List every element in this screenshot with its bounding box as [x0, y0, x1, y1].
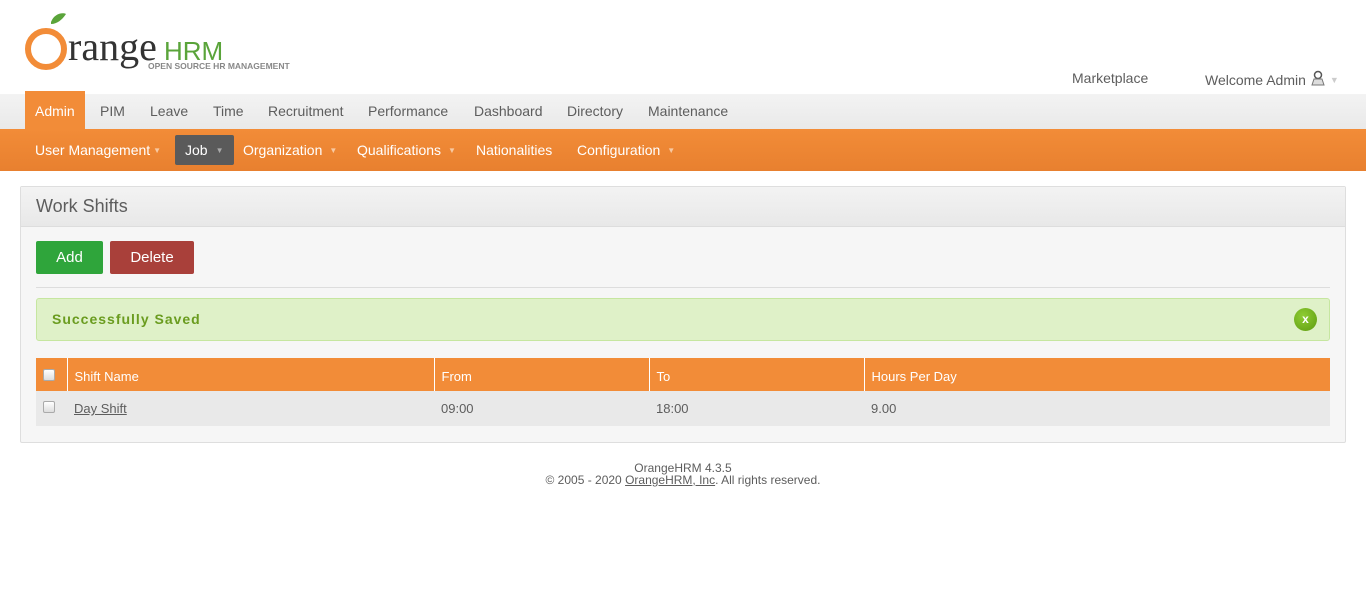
success-message: Successfully Saved x: [36, 298, 1330, 341]
menu-leave[interactable]: Leave: [140, 94, 198, 129]
column-shift-name[interactable]: Shift Name: [66, 358, 434, 391]
shift-name-link[interactable]: Day Shift: [74, 401, 127, 416]
menu-admin[interactable]: Admin: [25, 91, 85, 129]
caret-down-icon: ▼: [153, 146, 162, 156]
welcome-label: Welcome Admin: [1205, 71, 1306, 88]
page-title: Work Shifts: [21, 187, 1345, 227]
add-button[interactable]: Add: [36, 241, 103, 274]
success-text: Successfully Saved: [52, 311, 201, 327]
copyright-prefix: © 2005 - 2020: [545, 473, 626, 487]
submenu-job[interactable]: Job ▼: [175, 135, 234, 165]
menu-directory[interactable]: Directory: [557, 94, 633, 129]
caret-down-icon: ▼: [448, 146, 456, 156]
footer-copyright: © 2005 - 2020 OrangeHRM, Inc. All rights…: [0, 474, 1366, 486]
row-checkbox[interactable]: [43, 401, 55, 413]
submenu-label: Qualifications: [357, 142, 442, 158]
caret-down-icon: ▼: [329, 146, 338, 156]
submenu-label: Job: [185, 142, 208, 158]
submenu-nationalities[interactable]: Nationalities: [466, 135, 562, 165]
column-to[interactable]: To: [648, 358, 864, 391]
divider: [36, 287, 1330, 288]
caret-down-icon: ▼: [667, 146, 676, 156]
delete-button[interactable]: Delete: [110, 241, 194, 274]
hours-cell: 9.00: [864, 391, 1330, 426]
work-shifts-panel: Work Shifts Add Delete Successfully Save…: [20, 186, 1346, 443]
table-row: Day Shift 09:00 18:00 9.00: [36, 391, 1330, 426]
close-message-button[interactable]: x: [1294, 308, 1317, 331]
work-shifts-table: Shift Name From To Hours Per Day Day Shi…: [36, 358, 1330, 426]
menu-recruitment[interactable]: Recruitment: [258, 94, 353, 129]
sub-menu: User Management ▼ Job ▼ Organization ▼ Qual…: [0, 129, 1366, 171]
submenu-organization[interactable]: Organization ▼: [233, 135, 347, 165]
menu-pim[interactable]: PIM: [90, 94, 135, 129]
submenu-label: User Management: [35, 142, 151, 158]
main-menu: Admin PIM Leave Time Recruitment Perform…: [0, 91, 1366, 129]
user-icon: [1310, 70, 1326, 89]
menu-maintenance[interactable]: Maintenance: [638, 94, 738, 129]
svg-text:OPEN SOURCE HR MANAGEMENT: OPEN SOURCE HR MANAGEMENT: [148, 61, 290, 71]
table-header-row: Shift Name From To Hours Per Day: [36, 358, 1330, 391]
select-all-checkbox[interactable]: [43, 369, 55, 381]
menu-time[interactable]: Time: [203, 94, 254, 129]
submenu-user-management[interactable]: User Management ▼: [25, 135, 171, 165]
welcome-menu[interactable]: Welcome Admin ▼: [1205, 70, 1339, 89]
submenu-label: Configuration: [577, 142, 661, 158]
svg-text:range: range: [68, 24, 157, 69]
column-from[interactable]: From: [433, 358, 649, 391]
marketplace-link[interactable]: Marketplace: [1072, 70, 1148, 86]
submenu-label: Organization: [243, 142, 323, 158]
company-link[interactable]: OrangeHRM, Inc: [625, 473, 715, 487]
to-cell: 18:00: [649, 391, 864, 426]
footer: OrangeHRM 4.3.5 © 2005 - 2020 OrangeHRM,…: [0, 462, 1366, 486]
copyright-suffix: . All rights reserved.: [715, 473, 821, 487]
column-hours-per-day[interactable]: Hours Per Day: [863, 358, 1330, 391]
submenu-configuration[interactable]: Configuration ▼: [567, 135, 685, 165]
chevron-down-icon: ▼: [1329, 74, 1339, 85]
submenu-qualifications[interactable]: Qualifications ▼: [347, 135, 466, 165]
menu-performance[interactable]: Performance: [358, 94, 458, 129]
orangehrm-logo[interactable]: range HRM OPEN SOURCE HR MANAGEMENT: [24, 12, 314, 74]
caret-down-icon: ▼: [215, 146, 224, 156]
menu-dashboard[interactable]: Dashboard: [464, 94, 553, 129]
from-cell: 09:00: [434, 391, 649, 426]
